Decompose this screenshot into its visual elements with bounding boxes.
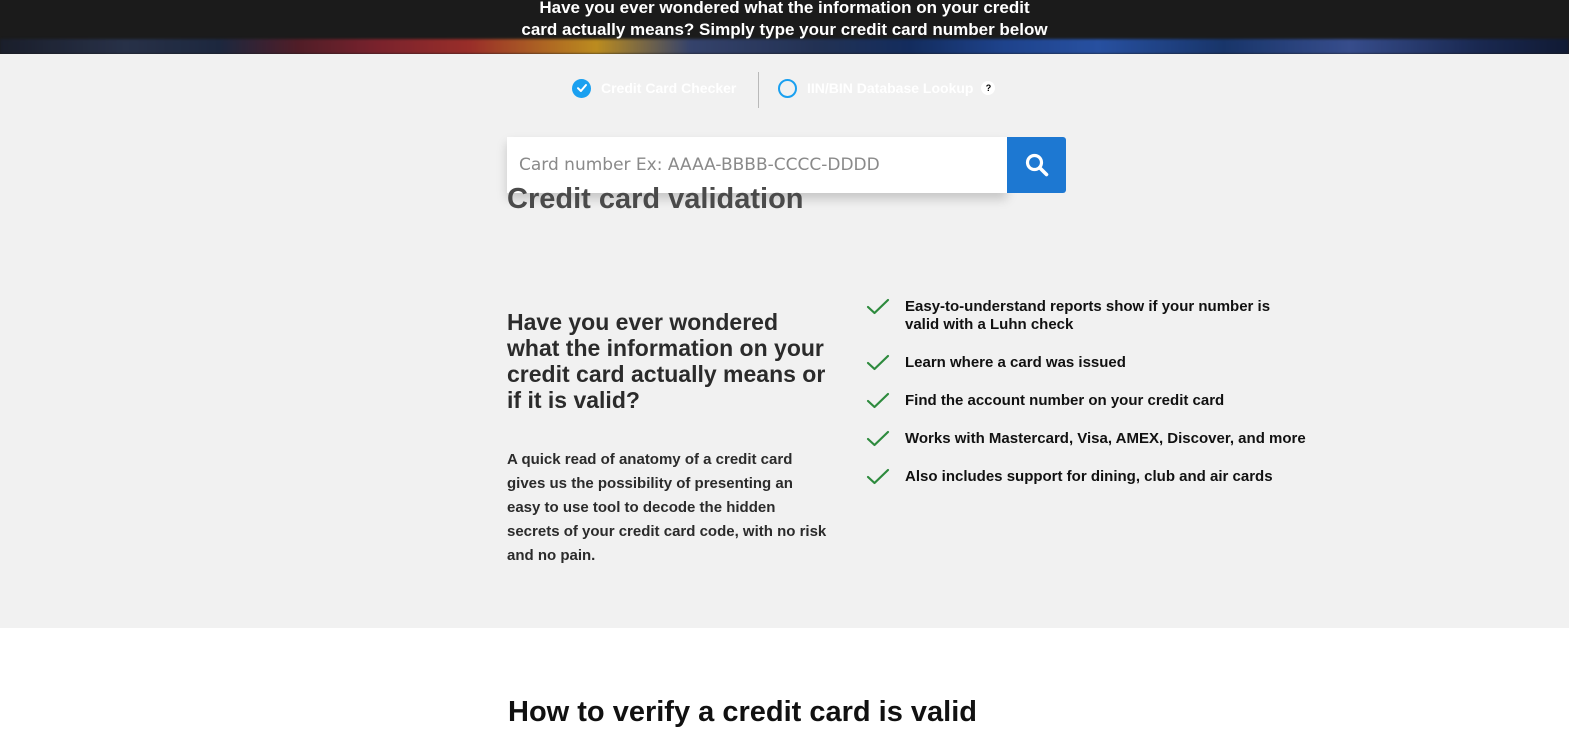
radio-checked-icon[interactable] xyxy=(572,78,591,98)
hero-headline: Have you ever wondered what the informat… xyxy=(0,0,1569,41)
hero-banner: Have you ever wondered what the informat… xyxy=(0,0,1569,54)
checkmark-icon xyxy=(866,354,890,371)
checkmark-icon xyxy=(866,298,890,315)
feature-text: Works with Mastercard, Visa, AMEX, Disco… xyxy=(905,430,1306,447)
search-button[interactable] xyxy=(1007,137,1066,193)
how-to-verify-heading: How to verify a credit card is valid xyxy=(508,696,977,728)
mode-divider xyxy=(758,72,759,108)
help-icon[interactable]: ? xyxy=(981,81,996,95)
intro-heading: Have you ever wondered what the informat… xyxy=(507,309,826,413)
mode-option-iin-bin-lookup[interactable]: IIN/BIN Database Lookup ? xyxy=(778,77,996,99)
feature-item: Easy-to-understand reports show if your … xyxy=(866,298,1306,334)
radio-unchecked-icon[interactable] xyxy=(778,78,797,98)
intro-body: A quick read of anatomy of a credit card… xyxy=(507,451,827,564)
feature-list: Easy-to-understand reports show if your … xyxy=(866,298,1306,506)
feature-item: Works with Mastercard, Visa, AMEX, Disco… xyxy=(866,430,1306,448)
feature-item: Find the account number on your credit c… xyxy=(866,392,1306,410)
feature-text: Find the account number on your credit c… xyxy=(905,392,1225,409)
feature-text: Also includes support for dining, club a… xyxy=(905,468,1273,485)
mode-option-credit-card-checker[interactable]: Credit Card Checker xyxy=(572,77,736,99)
search-icon xyxy=(1025,153,1048,177)
checkmark-icon xyxy=(866,468,890,485)
checkmark-icon xyxy=(866,392,890,409)
hero-line-2: card actually means? Simply type your cr… xyxy=(521,20,1048,39)
section-title: Credit card validation xyxy=(507,183,804,215)
mode-option-label: Credit Card Checker xyxy=(601,80,737,96)
feature-text: Easy-to-understand reports show if your … xyxy=(905,298,1271,333)
hero-line-1: Have you ever wondered what the informat… xyxy=(539,0,1030,17)
feature-item: Learn where a card was issued xyxy=(866,354,1306,372)
checkmark-icon xyxy=(866,430,890,447)
mode-option-label: IIN/BIN Database Lookup xyxy=(807,80,974,96)
feature-item: Also includes support for dining, club a… xyxy=(866,468,1306,486)
feature-text: Learn where a card was issued xyxy=(905,354,1126,371)
hero-background-image xyxy=(0,39,1569,54)
